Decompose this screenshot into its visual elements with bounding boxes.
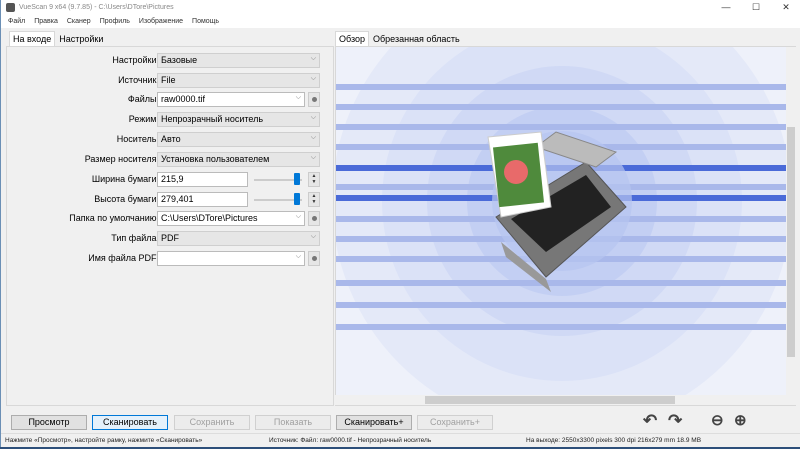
files-value: raw0000.tif — [161, 94, 206, 104]
paper-width-spinner[interactable]: ▲ ▼ — [308, 172, 320, 187]
menu-image[interactable]: Изображение — [139, 15, 183, 28]
chevron-down-icon: ⌵ — [295, 213, 301, 220]
chevron-down-icon: ⌵ — [310, 233, 316, 240]
file-type-select[interactable]: PDF ⌵ — [157, 231, 320, 246]
default-folder-value: C:\Users\DTore\Pictures — [161, 213, 258, 223]
default-folder-combo[interactable]: C:\Users\DTore\Pictures ⌵ — [157, 211, 305, 226]
media-size-value: Установка пользователем — [161, 154, 270, 164]
media-select[interactable]: Авто ⌵ — [157, 132, 320, 147]
preview-area[interactable] — [335, 46, 796, 406]
menu-edit[interactable]: Правка — [34, 15, 58, 28]
files-browse-button[interactable] — [308, 92, 320, 107]
mode-select[interactable]: Непрозрачный носитель ⌵ — [157, 112, 320, 127]
menu-scanner[interactable]: Сканер — [67, 15, 91, 28]
rotate-right-icon[interactable]: ↷ — [668, 411, 682, 431]
app-window: VueScan 9 x64 (9.7.85) - C:\Users\DTore\… — [0, 0, 800, 447]
right-tabs: Обзор Обрезанная область — [335, 31, 464, 47]
files-label: Файлы: — [127, 94, 159, 104]
paper-width-input[interactable]: 215,9 — [157, 172, 248, 187]
mode-value: Непрозрачный носитель — [161, 114, 264, 124]
preview-button[interactable]: Просмотр — [11, 415, 87, 430]
source-value: File — [161, 75, 176, 85]
file-type-value: PDF — [161, 233, 179, 243]
chevron-down-icon: ⌵ — [310, 114, 316, 121]
paper-height-label: Высота бумаги: — [94, 194, 159, 204]
preview-vertical-scrollbar[interactable] — [786, 47, 796, 395]
chevron-down-icon: ⌵ — [295, 253, 301, 260]
show-button[interactable]: Показать — [255, 415, 331, 430]
left-tabs: На входе Настройки — [9, 31, 107, 47]
maximize-button[interactable]: ☐ — [741, 0, 771, 15]
paper-height-spinner[interactable]: ▲ ▼ — [308, 192, 320, 207]
title-bar: VueScan 9 x64 (9.7.85) - C:\Users\DTore\… — [1, 0, 800, 15]
settings-label: Настройки: — [112, 55, 159, 65]
source-select[interactable]: File ⌵ — [157, 73, 320, 88]
default-folder-label: Папка по умолчанию: — [69, 213, 159, 223]
scan-plus-button[interactable]: Сканировать+ — [336, 415, 412, 430]
files-combo[interactable]: raw0000.tif ⌵ — [157, 92, 305, 107]
menu-help[interactable]: Помощь — [192, 15, 219, 28]
scanner-illustration — [336, 47, 795, 405]
app-icon — [6, 3, 15, 12]
chevron-down-icon: ⌵ — [295, 94, 301, 101]
status-bar: Нажмите «Просмотр», настройте рамку, наж… — [1, 433, 800, 446]
settings-select[interactable]: Базовые ⌵ — [157, 53, 320, 68]
rotate-left-icon[interactable]: ↶ — [643, 411, 657, 431]
media-value: Авто — [161, 134, 181, 144]
menu-bar: Файл Правка Сканер Профиль Изображение П… — [1, 15, 800, 28]
paper-width-value: 215,9 — [161, 174, 184, 184]
scan-button[interactable]: Сканировать — [92, 415, 168, 430]
zoom-in-icon[interactable]: ⊕ — [734, 411, 747, 429]
input-panel: Настройки: Базовые ⌵ Источник: File ⌵ Файлы:… — [6, 46, 334, 406]
status-output: На выходе: 2550x3300 pixels 300 dpi 216x… — [526, 437, 702, 444]
settings-value: Базовые — [161, 55, 198, 65]
tab-crop[interactable]: Обрезанная область — [369, 31, 464, 47]
status-source: Источник: Файл: raw0000.tif - Непрозрачн… — [269, 437, 432, 444]
chevron-down-icon: ⌵ — [310, 75, 316, 82]
paper-height-value: 279,401 — [161, 194, 194, 204]
browse-icon — [311, 256, 317, 261]
folder-browse-button[interactable] — [308, 211, 320, 226]
menu-file[interactable]: Файл — [8, 15, 25, 28]
preview-horizontal-scrollbar[interactable] — [335, 395, 796, 405]
chevron-down-icon: ⌵ — [310, 55, 316, 62]
horizontal-scroll-thumb[interactable] — [425, 396, 675, 404]
file-type-label: Тип файла: — [111, 233, 159, 243]
status-hint: Нажмите «Просмотр», настройте рамку, наж… — [5, 437, 203, 444]
save-button[interactable]: Сохранить — [174, 415, 250, 430]
mode-label: Режим: — [128, 114, 159, 124]
paper-height-input[interactable]: 279,401 — [157, 192, 248, 207]
vertical-scroll-thumb[interactable] — [787, 127, 795, 357]
pdf-name-combo[interactable]: ⌵ — [157, 251, 305, 266]
browse-icon — [311, 97, 317, 102]
pdf-name-label: Имя файла PDF: — [88, 253, 159, 263]
chevron-down-icon: ⌵ — [310, 154, 316, 161]
menu-profile[interactable]: Профиль — [100, 15, 130, 28]
window-title: VueScan 9 x64 (9.7.85) - C:\Users\DTore\… — [19, 4, 174, 11]
media-label: Носитель: — [116, 134, 159, 144]
source-label: Источник: — [118, 75, 159, 85]
tab-input[interactable]: На входе — [9, 31, 56, 47]
save-plus-button[interactable]: Сохранить+ — [417, 415, 493, 430]
chevron-down-icon: ⌵ — [310, 134, 316, 141]
paper-width-label: Ширина бумаги: — [91, 174, 159, 184]
paper-height-slider-thumb[interactable] — [294, 193, 300, 205]
media-size-label: Размер носителя: — [84, 154, 159, 164]
minimize-button[interactable]: — — [711, 0, 741, 15]
zoom-out-icon[interactable]: ⊖ — [711, 411, 724, 429]
media-size-select[interactable]: Установка пользователем ⌵ — [157, 152, 320, 167]
close-button[interactable]: ✕ — [771, 0, 800, 15]
browse-icon — [311, 216, 317, 221]
paper-width-slider-thumb[interactable] — [294, 173, 300, 185]
tab-preview[interactable]: Обзор — [335, 31, 369, 47]
pdf-name-browse-button[interactable] — [308, 251, 320, 266]
tab-settings[interactable]: Настройки — [55, 31, 107, 47]
